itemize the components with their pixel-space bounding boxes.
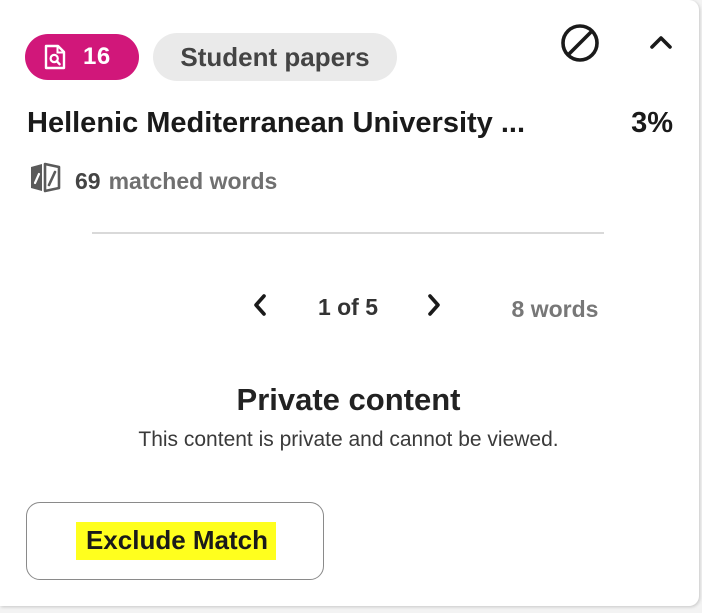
private-content-title: Private content — [236, 382, 461, 417]
source-type-badge: Student papers — [153, 33, 397, 81]
block-icon — [559, 22, 601, 69]
source-title-row: Hellenic Mediterranean University ... 3% — [27, 101, 673, 145]
match-word-count: 8 words — [511, 295, 599, 322]
source-title: Hellenic Mediterranean University ... — [27, 106, 526, 139]
private-content-description: This content is private and cannot be vi… — [138, 428, 559, 451]
source-number: 16 — [83, 43, 111, 70]
exclude-source-button[interactable] — [556, 22, 604, 68]
source-match-card: 16 Student papers Hellenic Mediterranean… — [0, 0, 699, 606]
matched-words-label: matched words — [108, 167, 278, 194]
source-number-badge: 16 — [25, 34, 139, 80]
chevron-left-icon — [252, 293, 268, 322]
matched-words-icon — [29, 161, 61, 201]
matched-words-row: 69 matched words — [29, 161, 278, 201]
previous-match-button[interactable] — [244, 289, 276, 325]
chevron-right-icon — [426, 293, 442, 322]
divider — [92, 232, 604, 234]
matched-words-count: 69 — [75, 167, 101, 194]
collapse-button[interactable] — [640, 24, 682, 64]
document-search-icon — [43, 44, 67, 70]
chevron-up-icon — [649, 34, 673, 55]
exclude-match-label: Exclude Match — [75, 522, 277, 560]
page-indicator: 1 of 5 — [317, 293, 379, 320]
exclude-match-button[interactable]: Exclude Match — [26, 502, 324, 580]
next-match-button[interactable] — [418, 289, 450, 325]
match-percent: 3% — [631, 106, 673, 139]
